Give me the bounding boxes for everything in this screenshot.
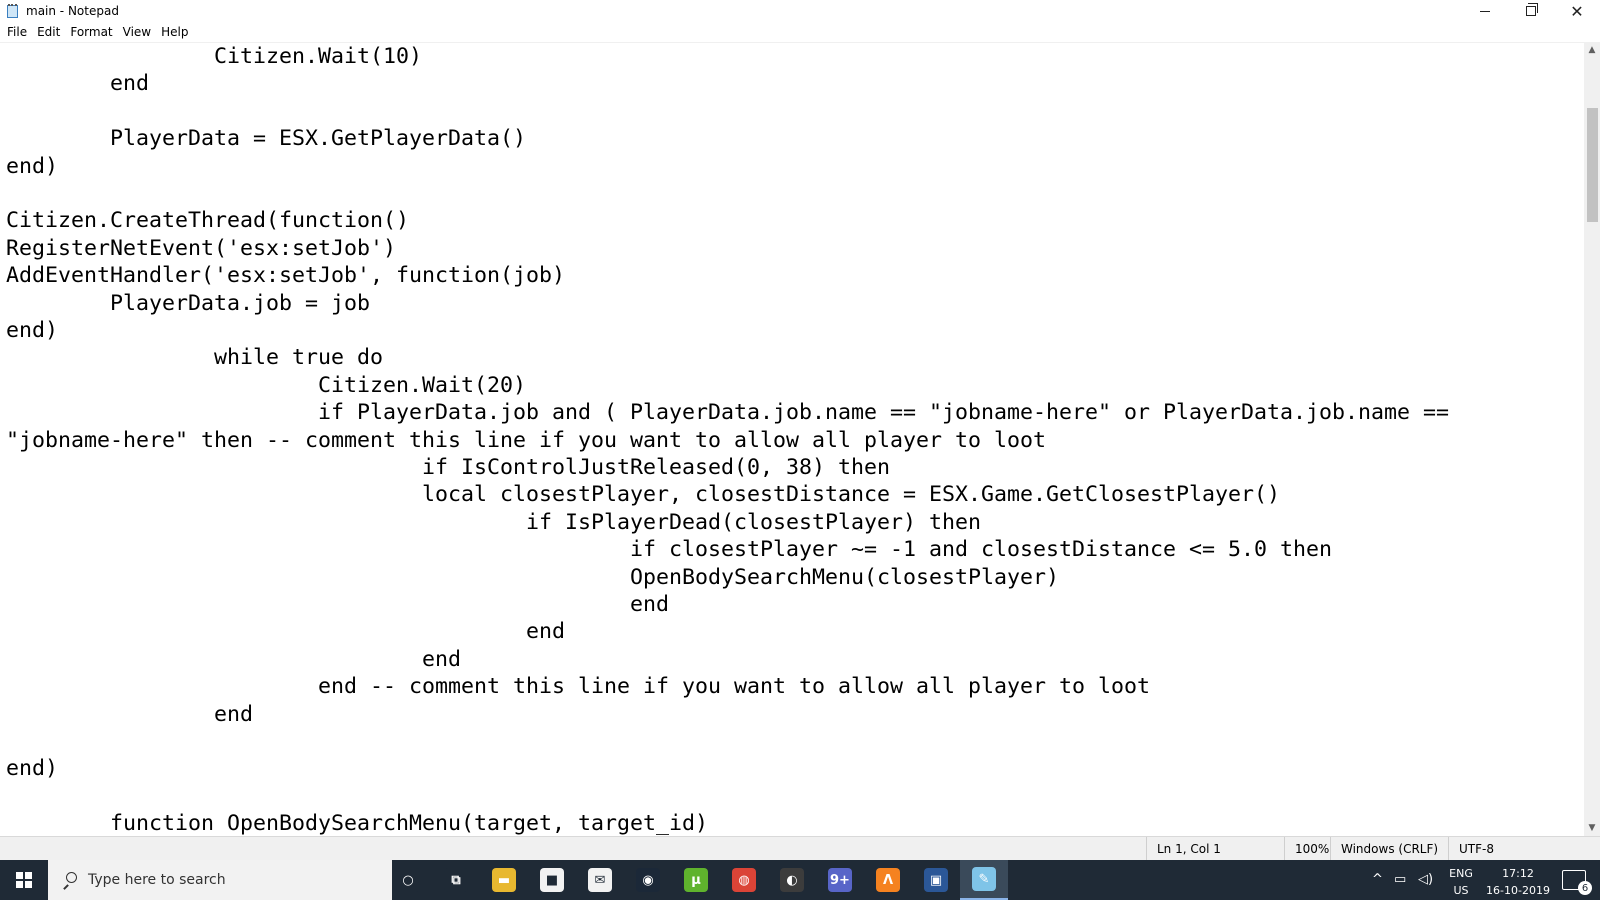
- code-line: end: [6, 646, 462, 672]
- taskbar-app-notepad[interactable]: ✎: [960, 860, 1008, 900]
- taskbar-app-app-orange[interactable]: Λ: [864, 860, 912, 900]
- app-badge-icon: 9+: [828, 868, 852, 892]
- code-line: "jobname-here" then -- comment this line…: [6, 427, 1047, 453]
- code-line: end -- comment this line if you want to …: [6, 674, 1151, 700]
- network-icon[interactable]: ▭: [1394, 872, 1406, 887]
- window-title: main - Notepad: [26, 4, 119, 18]
- code-line: OpenBodySearchMenu(closestPlayer): [6, 564, 1060, 590]
- code-line: while true do: [6, 345, 384, 371]
- taskbar: Type here to search ○ ⧉ ▬ ■ ✉ ◉ µ ◍ ◐ 9+ Λ ▣ ✎ ^ ▭ ◁…: [0, 860, 1600, 900]
- cortana-icon: ○: [396, 868, 420, 892]
- code-line: end): [6, 153, 59, 179]
- taskbar-app-steam[interactable]: ◉: [624, 860, 672, 900]
- taskbar-app-utorrent[interactable]: µ: [672, 860, 720, 900]
- status-bar: Ln 1, Col 1 100% Windows (CRLF) UTF-8: [0, 836, 1600, 860]
- taskbar-app-app-badge[interactable]: 9+: [816, 860, 864, 900]
- encoding: UTF-8: [1448, 837, 1558, 860]
- mail-icon: ✉: [588, 868, 612, 892]
- search-placeholder: Type here to search: [88, 872, 226, 888]
- file-explorer-icon: ▬: [492, 868, 516, 892]
- taskbar-app-file-explorer[interactable]: ▬: [480, 860, 528, 900]
- notepad-icon: [6, 4, 20, 18]
- language-top[interactable]: ENG: [1446, 867, 1476, 880]
- code-line: end: [6, 592, 670, 617]
- scroll-thumb[interactable]: [1587, 108, 1598, 222]
- code-line: Citizen.Wait(10): [6, 44, 423, 69]
- code-line: end: [6, 619, 566, 645]
- taskbar-search[interactable]: Type here to search: [48, 860, 392, 900]
- scroll-up-icon[interactable]: ▲: [1584, 42, 1600, 58]
- minimize-button[interactable]: [1462, 0, 1508, 22]
- code-line: local closestPlayer, closestDistance = E…: [6, 482, 1281, 508]
- text-editor[interactable]: Citizen.Wait(10) end PlayerData = ESX.Ge…: [0, 42, 1584, 836]
- code-line: if IsControlJustReleased(0, 38) then: [6, 455, 891, 480]
- taskbar-app-store[interactable]: ■: [528, 860, 576, 900]
- restore-icon: [1526, 3, 1538, 16]
- code-line: Citizen.Wait(20): [6, 372, 527, 398]
- menu-format[interactable]: Format: [65, 25, 117, 39]
- code-line: end: [6, 701, 254, 727]
- scroll-down-icon[interactable]: ▼: [1584, 820, 1600, 836]
- code-line: if PlayerData.job and ( PlayerData.job.n…: [6, 400, 1450, 426]
- code-line: PlayerData = ESX.GetPlayerData(): [6, 126, 527, 152]
- code-line: function OpenBodySearchMenu(target, targ…: [6, 811, 709, 836]
- code-line: end: [6, 71, 150, 97]
- menu-view[interactable]: View: [118, 25, 156, 39]
- taskbar-app-obs[interactable]: ◐: [768, 860, 816, 900]
- taskbar-app-cortana[interactable]: ○: [384, 860, 432, 900]
- cursor-position: Ln 1, Col 1: [1146, 837, 1284, 860]
- notification-count: 6: [1578, 881, 1592, 895]
- menu-edit[interactable]: Edit: [32, 25, 65, 39]
- code-line: AddEventHandler('esx:setJob', function(j…: [6, 263, 566, 289]
- code-line: RegisterNetEvent('esx:setJob'): [6, 235, 397, 261]
- obs-icon: ◐: [780, 868, 804, 892]
- chevron-up-icon[interactable]: ^: [1372, 872, 1383, 887]
- zoom-level: 100%: [1284, 837, 1330, 860]
- code-line: Citizen.CreateThread(function(): [6, 208, 410, 234]
- restore-button[interactable]: [1508, 0, 1554, 22]
- notepad-icon: ✎: [972, 867, 996, 891]
- chrome-icon: ◍: [732, 868, 756, 892]
- windows-icon: [16, 872, 32, 888]
- clock-time[interactable]: 17:12: [1478, 867, 1558, 880]
- taskbar-app-app-blue[interactable]: ▣: [912, 860, 960, 900]
- task-view-icon: ⧉: [444, 868, 468, 892]
- code-line: end): [6, 318, 59, 343]
- taskbar-app-chrome[interactable]: ◍: [720, 860, 768, 900]
- start-button[interactable]: [0, 860, 48, 900]
- vertical-scrollbar[interactable]: ▲ ▼: [1584, 42, 1600, 836]
- menu-file[interactable]: File: [2, 25, 32, 39]
- notification-icon[interactable]: 6: [1562, 870, 1592, 895]
- language-bottom[interactable]: US: [1446, 884, 1476, 897]
- close-button[interactable]: ✕: [1554, 0, 1600, 22]
- app-orange-icon: Λ: [876, 868, 900, 892]
- title-bar: main - Notepad ✕: [0, 0, 1600, 22]
- search-icon: [62, 872, 78, 890]
- app-blue-icon: ▣: [924, 868, 948, 892]
- taskbar-app-mail[interactable]: ✉: [576, 860, 624, 900]
- code-line: if IsPlayerDead(closestPlayer) then: [6, 509, 982, 535]
- steam-icon: ◉: [636, 868, 660, 892]
- utorrent-icon: µ: [684, 868, 708, 892]
- code-line: if closestPlayer ~= -1 and closestDistan…: [6, 537, 1333, 563]
- menu-bar: File Edit Format View Help: [0, 22, 1600, 42]
- menu-help[interactable]: Help: [156, 25, 193, 39]
- minimize-icon: [1480, 10, 1490, 12]
- volume-icon[interactable]: ◁): [1418, 872, 1433, 887]
- clock-date[interactable]: 16-10-2019: [1478, 884, 1558, 897]
- code-line: end): [6, 756, 59, 782]
- store-icon: ■: [540, 868, 564, 892]
- line-ending: Windows (CRLF): [1330, 837, 1448, 860]
- code-line: PlayerData.job = job: [6, 290, 371, 316]
- close-icon: ✕: [1570, 1, 1584, 21]
- taskbar-app-task-view[interactable]: ⧉: [432, 860, 480, 900]
